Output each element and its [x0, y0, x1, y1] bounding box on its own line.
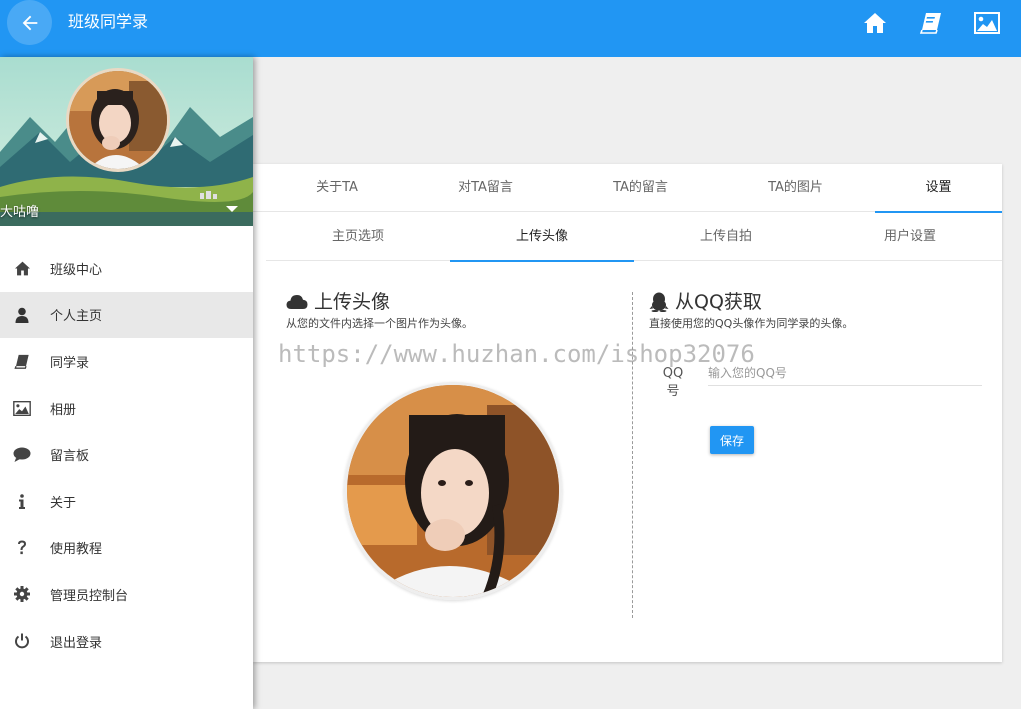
book-icon: [13, 352, 31, 370]
home-icon: [864, 13, 886, 33]
sidebar-item-tutorial[interactable]: 使用教程: [0, 525, 253, 572]
subtab-user-settings[interactable]: 用户设置: [818, 212, 1002, 261]
sidebar-item-label: 个人主页: [50, 309, 103, 325]
upload-avatar-heading: 上传头像: [286, 291, 390, 313]
question-icon: [13, 539, 31, 557]
sidebar-item-label: 相册: [50, 402, 77, 418]
subtab-upload-selfie[interactable]: 上传自拍: [634, 212, 818, 261]
tab-ta-pictures[interactable]: TA的图片: [718, 164, 873, 212]
user-icon: [13, 306, 31, 324]
sidebar-item-label: 班级中心: [50, 262, 103, 278]
qq-penguin-icon: [649, 292, 669, 312]
avatar-photo: [69, 71, 167, 169]
settings-subtabs: 主页选项 上传头像 上传自拍 用户设置: [266, 212, 1002, 262]
sidebar-item-album[interactable]: 相册: [0, 385, 253, 432]
qq-avatar-description: 直接使用您的QQ头像作为同学录的头像。: [649, 317, 854, 330]
settings-card: 关于TA 对TA留言 TA的留言 TA的图片 设置 主页选项 上传头像 上传自拍…: [253, 164, 1002, 662]
subtab-homepage-options[interactable]: 主页选项: [266, 212, 450, 261]
image-icon: [13, 399, 31, 417]
upload-avatar-title: 上传头像: [314, 291, 391, 313]
sidebar-item-profile[interactable]: 个人主页: [0, 291, 253, 339]
home-button[interactable]: [862, 11, 888, 35]
sidebar-item-label: 退出登录: [50, 635, 103, 651]
image-button[interactable]: [974, 11, 1000, 35]
upload-avatar-description: 从您的文件内选择一个图片作为头像。: [286, 317, 473, 330]
tab-leave-message[interactable]: 对TA留言: [408, 164, 563, 212]
tab-ta-messages[interactable]: TA的留言: [563, 164, 718, 212]
app-title: 班级同学录: [68, 12, 149, 31]
book-icon: [919, 13, 941, 34]
gear-icon: [13, 585, 31, 603]
profile-cover: 大咕噜: [0, 57, 253, 226]
sidebar-item-logout[interactable]: 退出登录: [0, 618, 253, 665]
top-app-bar: 班级同学录: [0, 0, 1021, 57]
sidebar-item-about[interactable]: 关于: [0, 478, 253, 525]
profile-tabs: 关于TA 对TA留言 TA的留言 TA的图片 设置: [253, 164, 1002, 213]
sidebar-menu: 班级中心 个人主页 同学录 相册 留言板 关于 使用教程 管理员控制台 退出登录: [0, 245, 253, 664]
sidebar-item-label: 同学录: [50, 355, 90, 371]
sidebar-username: 大咕噜: [0, 205, 40, 220]
qq-avatar-heading: 从QQ获取: [649, 291, 762, 313]
sidebar-item-label: 管理员控制台: [50, 588, 129, 604]
comment-icon: [13, 446, 31, 464]
sidebar-item-admin-console[interactable]: 管理员控制台: [0, 571, 253, 618]
home-icon: [13, 259, 31, 277]
arrow-left-icon: [22, 15, 37, 30]
sidebar-avatar[interactable]: [66, 68, 170, 172]
sidebar-item-message-board[interactable]: 留言板: [0, 431, 253, 478]
sidebar-drawer: 大咕噜 班级中心 个人主页 同学录 相册 留言板 关于 使用教程 管理员控制台 …: [0, 57, 253, 709]
current-avatar-preview[interactable]: [344, 382, 562, 600]
sidebar-item-label: 留言板: [50, 449, 90, 465]
qq-avatar-title: 从QQ获取: [675, 291, 762, 313]
tab-settings[interactable]: 设置: [875, 164, 1002, 213]
subtab-upload-avatar[interactable]: 上传头像: [450, 212, 634, 262]
sidebar-item-classmates[interactable]: 同学录: [0, 338, 253, 385]
watermark-text: https://www.huzhan.com/ishop32076: [278, 340, 755, 368]
back-button[interactable]: [7, 0, 52, 45]
cloud-icon: [286, 295, 308, 309]
avatar-photo: [347, 385, 559, 597]
book-button[interactable]: [918, 11, 944, 35]
sidebar-item-label: 使用教程: [50, 542, 103, 558]
sidebar-item-label: 关于: [50, 495, 77, 511]
sidebar-item-class-center[interactable]: 班级中心: [0, 245, 253, 292]
qq-number-label: QQ号: [662, 366, 684, 399]
image-icon: [974, 12, 1000, 34]
info-icon: [13, 492, 31, 510]
save-button[interactable]: 保存: [710, 426, 754, 454]
tab-about-ta[interactable]: 关于TA: [266, 164, 408, 212]
account-dropdown-caret[interactable]: [226, 206, 238, 212]
power-icon: [13, 632, 31, 650]
